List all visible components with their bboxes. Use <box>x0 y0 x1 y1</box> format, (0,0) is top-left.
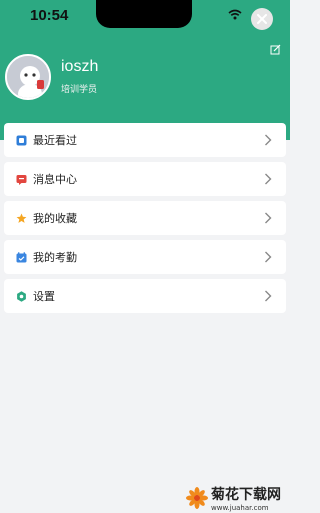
edit-profile-button[interactable] <box>270 40 284 55</box>
close-icon <box>257 14 267 24</box>
menu-item-attendance[interactable]: 我的考勤 <box>4 240 286 274</box>
chevron-right-icon <box>265 290 272 302</box>
edit-icon <box>270 44 281 55</box>
chevron-right-icon <box>265 173 272 185</box>
menu-item-recently-viewed[interactable]: 最近看过 <box>4 123 286 157</box>
message-icon <box>15 173 27 185</box>
avatar[interactable] <box>5 54 51 100</box>
menu-item-label: 我的考勤 <box>33 251 77 264</box>
wifi-icon <box>228 9 242 20</box>
menu-item-favorites[interactable]: 我的收藏 <box>4 201 286 235</box>
camera-notch <box>96 0 192 28</box>
chevron-right-icon <box>265 212 272 224</box>
status-icons <box>228 9 242 20</box>
settings-icon <box>15 290 27 302</box>
history-icon <box>15 134 27 146</box>
menu-item-label: 消息中心 <box>33 173 77 186</box>
menu-item-message-center[interactable]: 消息中心 <box>4 162 286 196</box>
menu-item-label: 我的收藏 <box>33 212 77 225</box>
menu-list: 最近看过 消息中心 我的收藏 我的考勤 设置 <box>4 123 286 318</box>
chevron-right-icon <box>265 251 272 263</box>
watermark-url: www.juahar.com <box>211 504 269 512</box>
flower-logo-icon <box>186 487 208 509</box>
menu-item-label: 设置 <box>33 290 55 303</box>
menu-item-label: 最近看过 <box>33 134 77 147</box>
star-icon <box>15 212 27 224</box>
user-role: 培训学员 <box>61 85 98 95</box>
username: ioszh <box>61 58 99 75</box>
status-time: 10:54 <box>30 7 69 24</box>
watermark-title: 菊花下载网 <box>211 487 281 503</box>
close-button[interactable] <box>251 8 273 30</box>
attendance-icon <box>15 251 27 263</box>
menu-item-settings[interactable]: 设置 <box>4 279 286 313</box>
watermark: 菊花下载网 www.juahar.com <box>186 484 281 512</box>
chevron-right-icon <box>265 134 272 146</box>
